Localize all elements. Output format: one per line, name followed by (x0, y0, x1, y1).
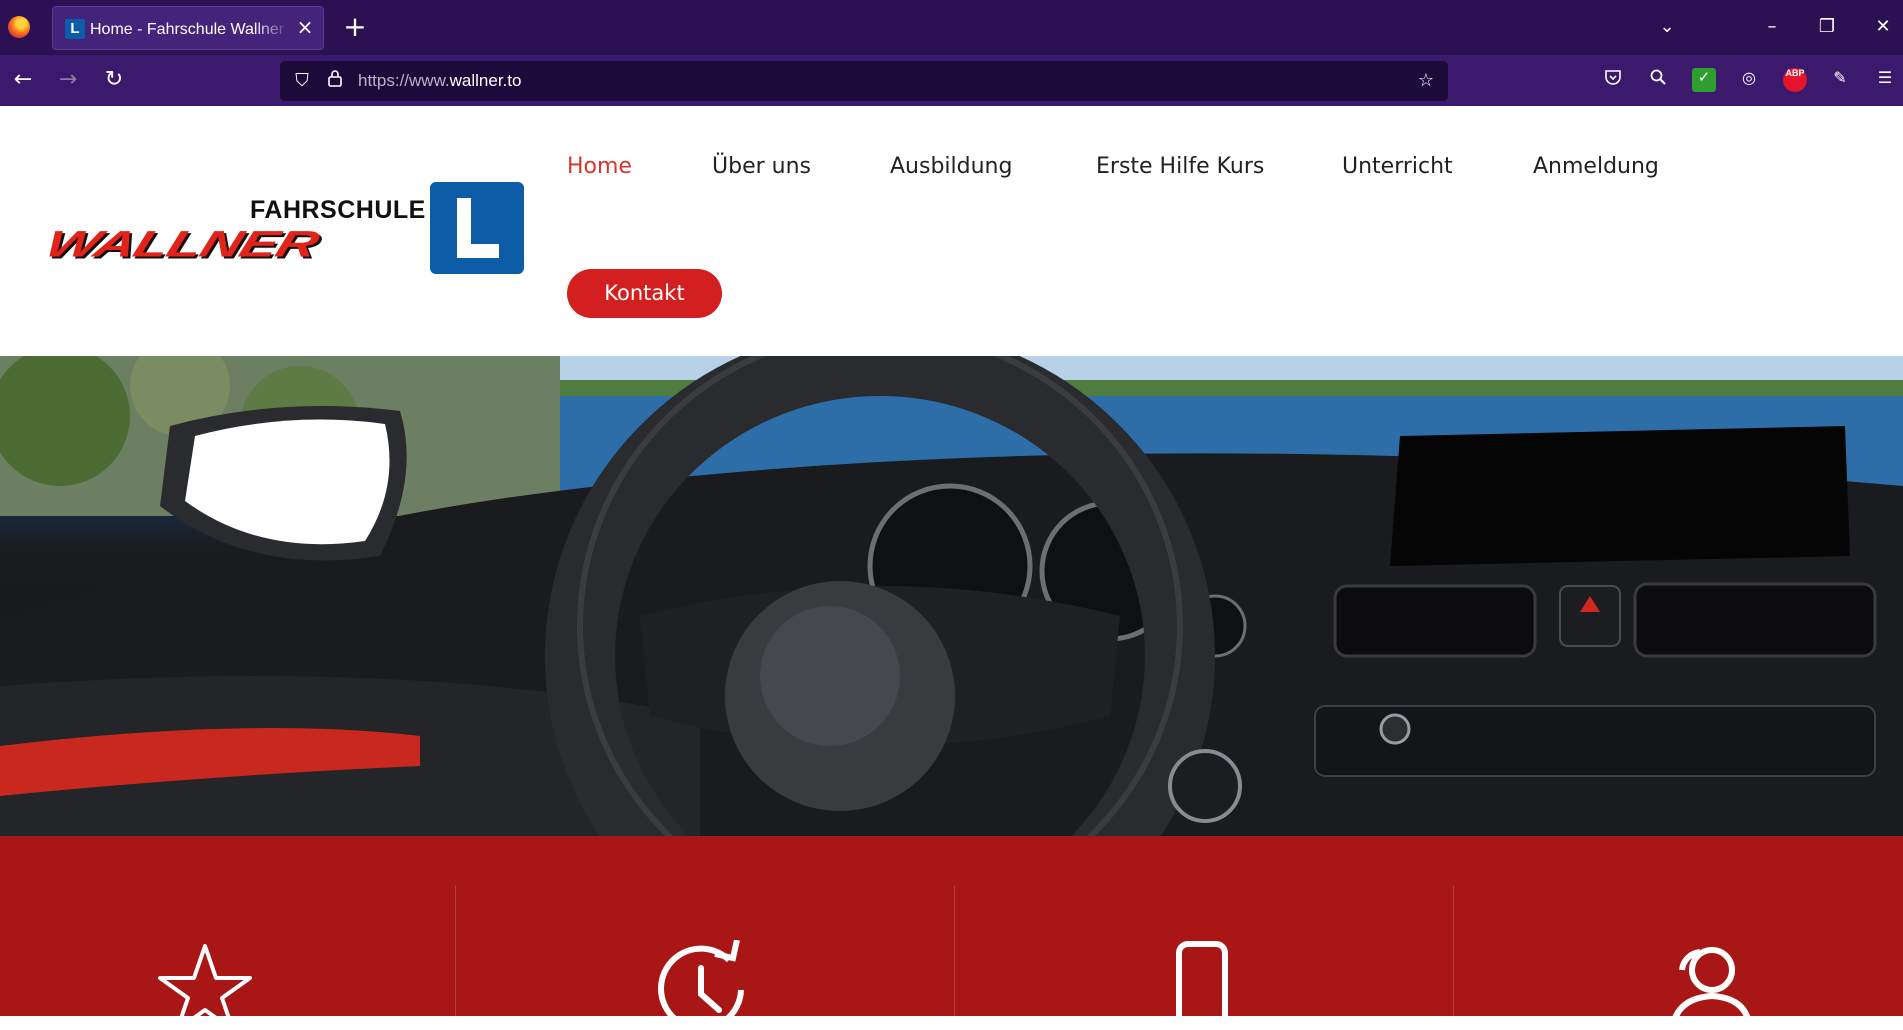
tab-favicon-icon: L (65, 19, 85, 39)
features-section (0, 836, 1903, 1030)
smartphone-icon (1176, 941, 1228, 1030)
list-all-tabs-icon[interactable]: ⌄ (1652, 12, 1682, 42)
firefox-menu-icon[interactable] (8, 16, 30, 38)
vpn-extension-icon[interactable]: ◎ (1737, 68, 1761, 92)
hero-image-car-interior (0, 356, 1903, 836)
nav-item-ueber-uns[interactable]: Über uns (712, 152, 811, 182)
hero-illustration (0, 356, 1903, 836)
back-button[interactable]: ← (8, 65, 38, 95)
logo-text-wallner: WALLNER (40, 222, 324, 265)
zoom-search-extension-icon[interactable] (1646, 68, 1670, 92)
minimize-window-button[interactable]: – (1757, 12, 1787, 42)
browser-navigation-bar: ← → ↻ ⛉ https://www.wallner.to ☆ ✓ ◎ ABP… (0, 55, 1903, 106)
new-tab-button[interactable]: + (342, 12, 368, 42)
feature-divider (954, 886, 955, 1016)
reload-button[interactable]: ↻ (99, 65, 129, 95)
tab-title: Home - Fahrschule Wallner | Bregenz (90, 21, 290, 38)
address-bar[interactable]: ⛉ https://www.wallner.to ☆ (280, 61, 1448, 101)
url-prefix: https://www. (358, 71, 450, 90)
tracking-protection-shield-icon[interactable]: ⛉ (290, 69, 314, 93)
site-logo[interactable]: FAHRSCHULE WALLNER (40, 182, 524, 282)
site-header: FAHRSCHULE WALLNER Home Über uns Ausbild… (0, 106, 1903, 356)
color-picker-extension-icon[interactable]: ✎ (1828, 68, 1852, 92)
bookmark-star-icon[interactable]: ☆ (1414, 69, 1438, 93)
restore-window-button[interactable]: ❐ (1812, 12, 1842, 42)
url-host: wallner.to (449, 71, 522, 90)
nav-item-anmeldung[interactable]: Anmeldung (1533, 152, 1659, 182)
browser-tab-strip: L Home - Fahrschule Wallner | Bregenz × … (0, 0, 1903, 55)
lock-icon[interactable] (323, 69, 347, 93)
adblock-plus-icon[interactable]: ABP (1783, 68, 1807, 92)
nav-item-erste-hilfe-kurs[interactable]: Erste Hilfe Kurs (1096, 152, 1264, 182)
learner-plate-l-icon (430, 182, 524, 274)
url-text[interactable]: https://www.wallner.to (358, 70, 521, 92)
pocket-icon[interactable] (1601, 68, 1625, 92)
feature-divider (1453, 886, 1454, 1016)
close-tab-icon[interactable]: × (295, 17, 315, 37)
kontakt-button[interactable]: Kontakt (567, 269, 722, 318)
checkmark-extension-icon[interactable]: ✓ (1692, 68, 1716, 92)
feature-divider (455, 886, 456, 1016)
forward-button[interactable]: → (53, 65, 83, 95)
clock-refresh-icon (658, 940, 744, 1030)
nav-item-home[interactable]: Home (567, 152, 632, 182)
nav-item-unterricht[interactable]: Unterricht (1342, 152, 1453, 182)
users-icon (1669, 947, 1752, 1030)
browser-tab-active[interactable]: L Home - Fahrschule Wallner | Bregenz × (52, 6, 324, 50)
logo-text-fahrschule: FAHRSCHULE (250, 196, 426, 224)
close-window-button[interactable]: ✕ (1868, 12, 1898, 42)
star-icon (158, 944, 252, 1030)
nav-item-ausbildung[interactable]: Ausbildung (890, 152, 1012, 182)
app-menu-icon[interactable]: ☰ (1873, 68, 1897, 92)
